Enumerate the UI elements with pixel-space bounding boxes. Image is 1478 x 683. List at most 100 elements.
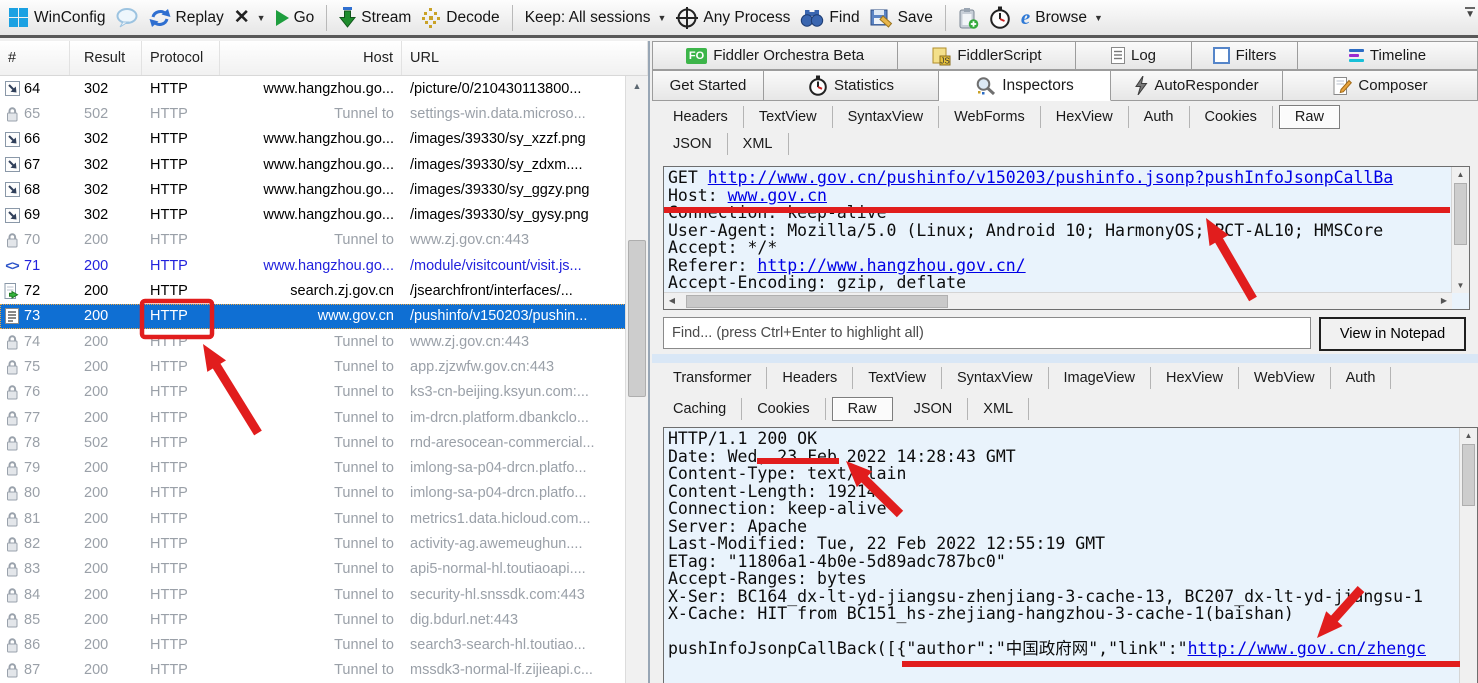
raw-link[interactable]: www.gov.cn [728, 186, 827, 205]
session-row-72[interactable]: 72 200 HTTP search.zj.gov.cn/jsearchfront/i… [0, 278, 626, 303]
tab-textview[interactable]: TextView [853, 367, 942, 389]
response-vertical-scrollbar[interactable]: ▲ [1459, 428, 1477, 683]
tab-composer[interactable]: Composer [1283, 70, 1478, 101]
session-row-87[interactable]: 87 200 HTTP Tunnel to mssdk3-normal-lf.zijie… [0, 658, 626, 683]
find-button[interactable]: Find [800, 8, 860, 27]
tab-imageview[interactable]: ImageView [1049, 367, 1151, 389]
column-header-num[interactable]: # [0, 41, 70, 75]
session-row-81[interactable]: 81 200 HTTP Tunnel to metrics1.data.hicloud.… [0, 506, 626, 531]
session-row-75[interactable]: 75 200 HTTP Tunnel to app.zjzwfw.gov.cn:443 [0, 354, 626, 379]
find-input[interactable] [663, 317, 1311, 349]
tab-inspectors[interactable]: Inspectors [939, 70, 1111, 101]
scroll-left-icon[interactable]: ◀ [664, 293, 680, 308]
tab-syntaxview[interactable]: SyntaxView [833, 105, 940, 128]
scrollbar-thumb[interactable] [686, 295, 948, 308]
session-row-70[interactable]: 70 200 HTTP Tunnel to www.zj.gov.cn:443 [0, 228, 626, 253]
session-row-77[interactable]: 77 200 HTTP Tunnel to im-drcn.platform.dbank… [0, 405, 626, 430]
tab-hexview[interactable]: HexView [1041, 105, 1129, 128]
stream-button[interactable]: Stream [339, 7, 411, 28]
tab-raw[interactable]: Raw [831, 396, 893, 421]
scrollbar-thumb[interactable] [628, 240, 646, 397]
clipboard-button[interactable] [958, 7, 979, 29]
tab-cookies[interactable]: Cookies [1190, 105, 1273, 128]
request-vertical-scrollbar[interactable]: ▲ ▼ [1451, 167, 1469, 293]
session-row-66[interactable]: 66 302 HTTP www.hangzhou.go... /images/39330… [0, 127, 626, 152]
tab-get-started[interactable]: Get Started [652, 70, 764, 101]
session-row-74[interactable]: 74 200 HTTP Tunnel to www.zj.gov.cn:443 [0, 329, 626, 354]
scroll-right-icon[interactable]: ▶ [1436, 293, 1452, 308]
session-row-82[interactable]: 82 200 HTTP Tunnel to activity-ag.awemeughun… [0, 531, 626, 556]
keep-sessions-dropdown[interactable]: Keep: All sessions ▼ [525, 9, 667, 27]
tab-log[interactable]: Log [1076, 41, 1192, 70]
session-row-71[interactable]: <> 71 200 HTTP www.hangzhou.go... /module/vis… [0, 253, 626, 278]
view-in-notepad-button[interactable]: View in Notepad [1319, 317, 1466, 351]
request-raw-view[interactable]: GET http://www.gov.cn/pushinfo/v150203/p… [663, 166, 1470, 310]
session-row-65[interactable]: 65 502 HTTP Tunnel to settings-win.data.micr… [0, 101, 626, 126]
scroll-up-icon[interactable]: ▲ [1452, 167, 1469, 182]
tab-json[interactable]: JSON [658, 132, 728, 155]
decode-button[interactable]: Decode [421, 7, 500, 28]
tab-raw[interactable]: Raw [1278, 104, 1340, 129]
tab-auth[interactable]: Auth [1129, 105, 1190, 128]
scrollbar-thumb[interactable] [1454, 183, 1467, 245]
response-raw-view[interactable]: HTTP/1.1 200 OK Date: Wed, 23 Feb 2022 14… [663, 427, 1478, 683]
save-button[interactable]: Save [870, 8, 933, 28]
session-row-79[interactable]: 79 200 HTTP Tunnel to imlong-sa-p04-drcn.pla… [0, 455, 626, 480]
timer-button[interactable] [989, 6, 1011, 29]
tab-caching[interactable]: Caching [658, 397, 743, 420]
session-row-84[interactable]: 84 200 HTTP Tunnel to security-hl.snssdk.com… [0, 582, 626, 607]
tab-filters[interactable]: Filters [1192, 41, 1298, 70]
tab-textview[interactable]: TextView [744, 105, 833, 128]
column-header-host[interactable]: Host [220, 41, 402, 75]
tab-statistics[interactable]: Statistics [764, 70, 939, 101]
column-header-protocol[interactable]: Protocol [142, 41, 220, 75]
go-button[interactable]: Go [275, 9, 314, 27]
tab-headers[interactable]: Headers [658, 105, 744, 128]
session-row-69[interactable]: 69 302 HTTP www.hangzhou.go... /images/39330… [0, 202, 626, 227]
session-row-80[interactable]: 80 200 HTTP Tunnel to imlong-sa-p04-drcn.pla… [0, 481, 626, 506]
any-process-button[interactable]: Any Process [676, 6, 790, 29]
session-row-86[interactable]: 86 200 HTTP Tunnel to search3-search-hl.tout… [0, 633, 626, 658]
tab-xml[interactable]: XML [968, 397, 1030, 420]
session-row-85[interactable]: 85 200 HTTP Tunnel to dig.bdurl.net:443 [0, 607, 626, 632]
raw-link[interactable]: http://www.hangzhou.gov.cn/ [757, 256, 1025, 275]
tab-cookies[interactable]: Cookies [742, 397, 826, 420]
raw-link[interactable]: http://www.gov.cn/pushinfo/v150203/pushi… [708, 169, 1393, 187]
scroll-up-icon[interactable]: ▲ [1460, 428, 1477, 443]
session-row-64[interactable]: 64 302 HTTP www.hangzhou.go... /picture/0/21… [0, 76, 626, 101]
column-header-result[interactable]: Result [70, 41, 142, 75]
scrollbar-thumb[interactable] [1462, 444, 1475, 506]
winconfig-button[interactable]: WinConfig [8, 7, 106, 28]
toolbar-overflow-icon[interactable]: ▼ [1465, 7, 1475, 20]
session-row-78[interactable]: 78 502 HTTP Tunnel to rnd-aresocean-commerci… [0, 430, 626, 455]
tab-headers[interactable]: Headers [767, 367, 854, 389]
session-row-83[interactable]: 83 200 HTTP Tunnel to api5-normal-hl.toutiao… [0, 557, 626, 582]
session-row-68[interactable]: 68 302 HTTP www.hangzhou.go... /images/39330… [0, 177, 626, 202]
comment-button[interactable] [116, 7, 139, 28]
tab-auth[interactable]: Auth [1331, 367, 1392, 389]
tab-webforms[interactable]: WebForms [939, 105, 1041, 128]
session-row-73[interactable]: 73 200 HTTP www.gov.cn/pushinfo/v150203/pus… [0, 303, 626, 329]
browse-dropdown[interactable]: e Browse ▼ [1021, 5, 1103, 30]
session-list-scrollbar[interactable]: ▲ [625, 76, 648, 683]
tab-syntaxview[interactable]: SyntaxView [942, 367, 1049, 389]
replay-button[interactable]: Replay [149, 8, 224, 28]
tab-hexview[interactable]: HexView [1151, 367, 1239, 389]
scroll-up-icon[interactable]: ▲ [626, 76, 648, 96]
tab-timeline[interactable]: Timeline [1298, 41, 1478, 70]
request-horizontal-scrollbar[interactable]: ◀ ▶ [664, 292, 1452, 309]
session-row-67[interactable]: 67 302 HTTP www.hangzhou.go... /images/39330… [0, 152, 626, 177]
session-row-76[interactable]: 76 200 HTTP Tunnel to ks3-cn-beijing.ksyun.c… [0, 380, 626, 405]
tab-fiddler-orchestra-beta[interactable]: FO Fiddler Orchestra Beta [652, 41, 898, 70]
tab-json[interactable]: JSON [899, 397, 969, 420]
raw-link[interactable]: http://www.gov.cn/zhengc [1188, 639, 1426, 658]
tab-fiddlerscript[interactable]: JS FiddlerScript [898, 41, 1076, 70]
request-response-splitter[interactable] [652, 354, 1478, 363]
tab-autoresponder[interactable]: AutoResponder [1111, 70, 1283, 101]
column-header-url[interactable]: URL [402, 41, 648, 75]
tab-transformer[interactable]: Transformer [658, 367, 768, 389]
tab-xml[interactable]: XML [728, 132, 789, 155]
remove-sessions-button[interactable]: ✕ ▼ [234, 6, 266, 29]
tab-webview[interactable]: WebView [1239, 367, 1331, 389]
scroll-down-icon[interactable]: ▼ [1452, 278, 1469, 293]
